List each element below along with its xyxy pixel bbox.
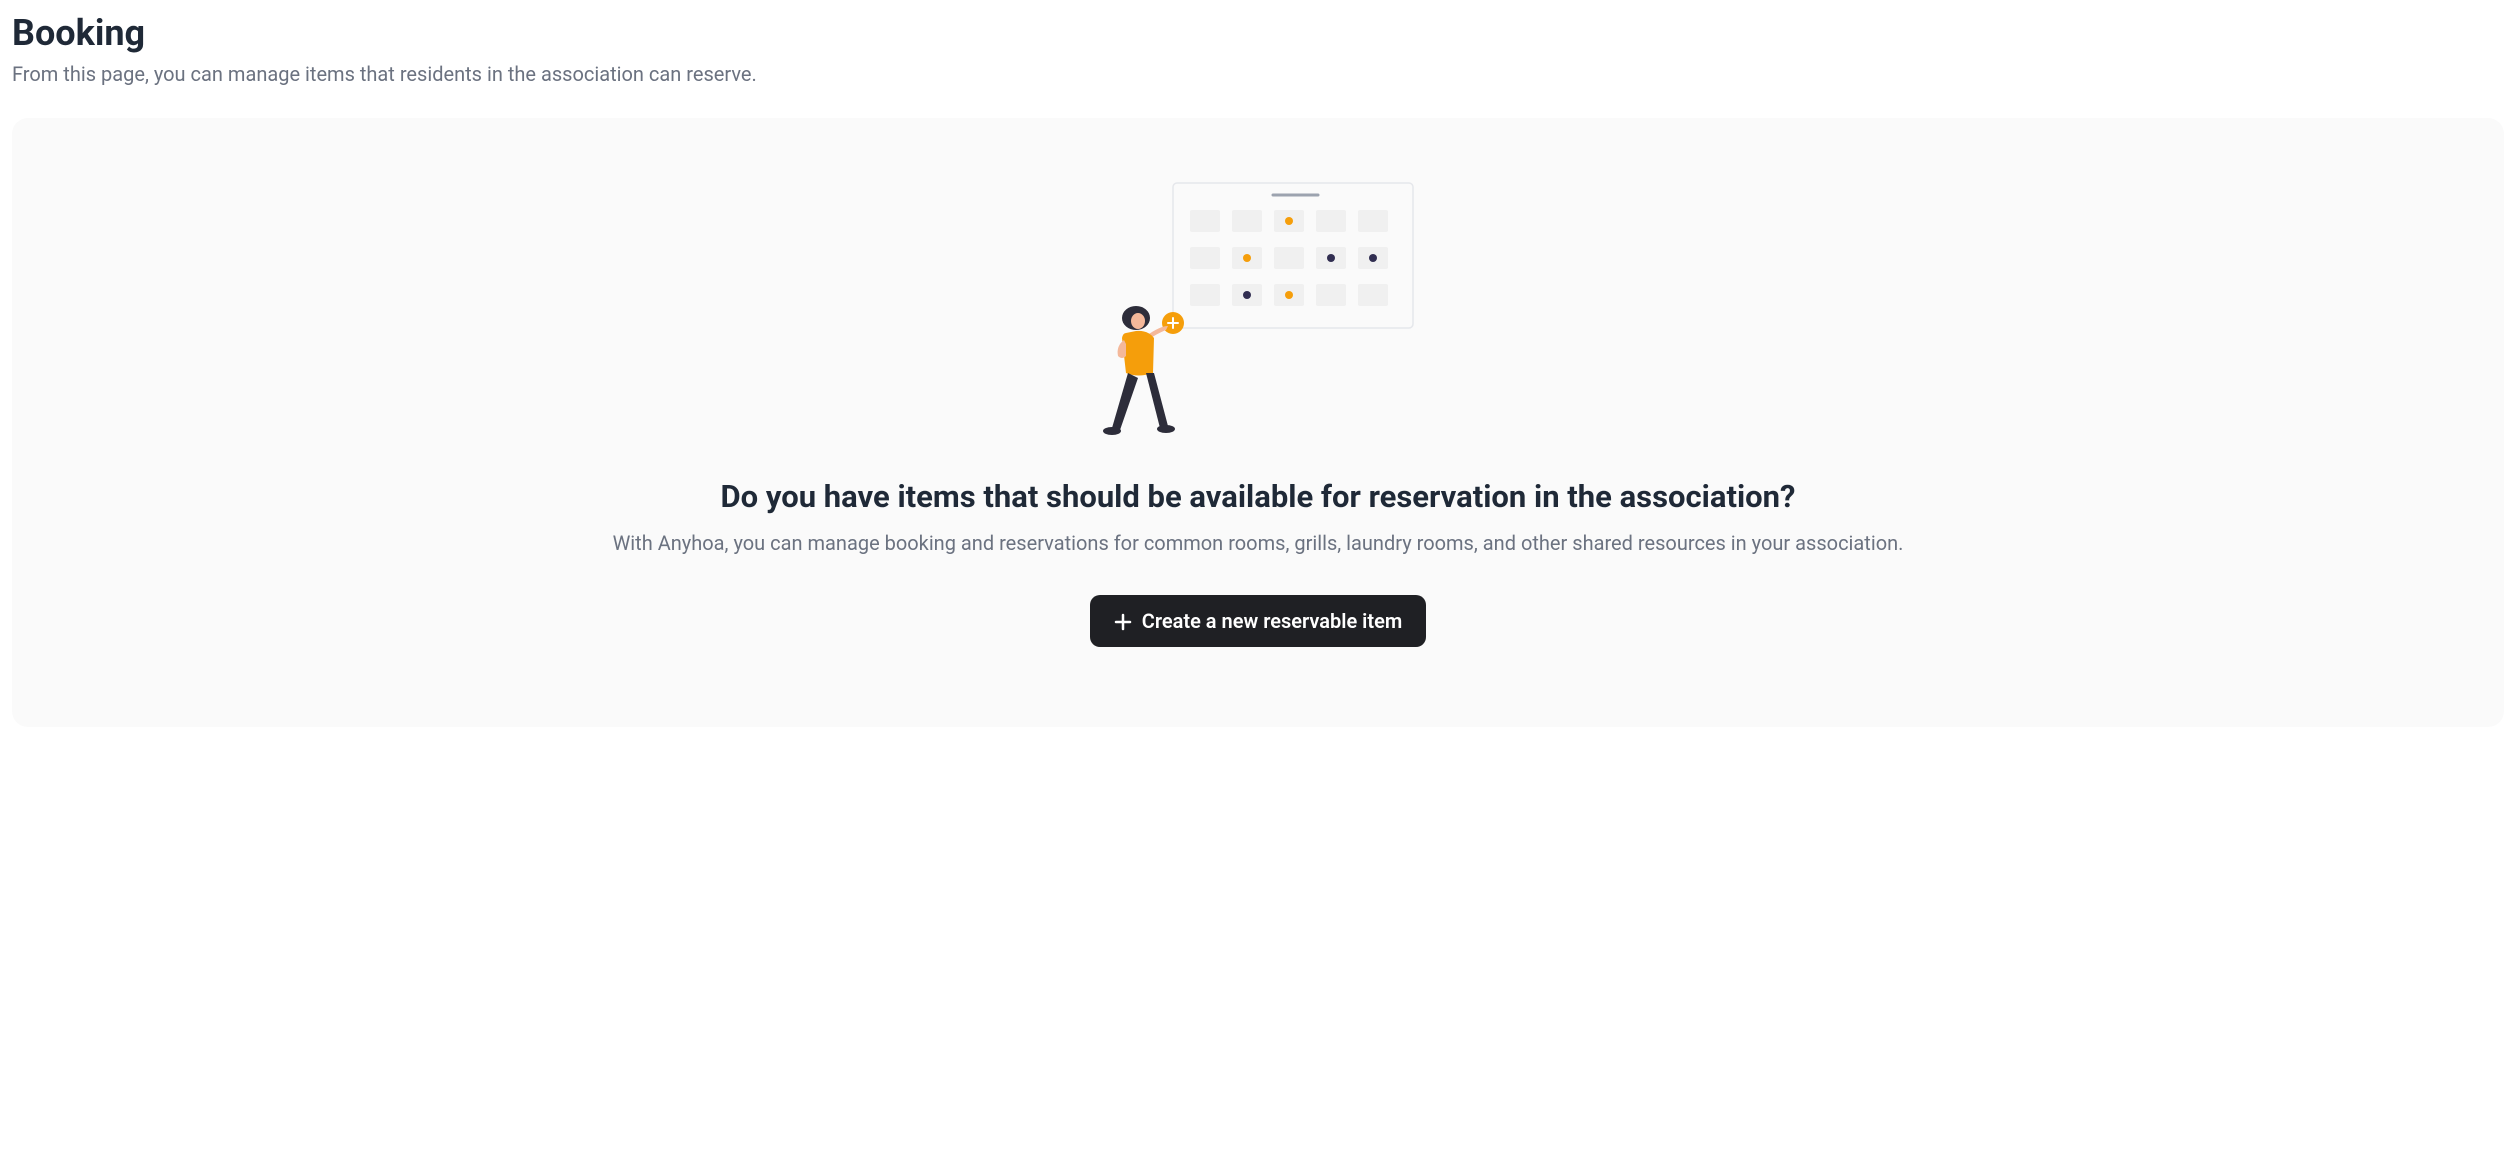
empty-state-heading: Do you have items that should be availab… [52, 478, 2464, 515]
page-title: Booking [12, 12, 2504, 54]
calendar-person-illustration [1098, 178, 1418, 438]
empty-state-card: Do you have items that should be availab… [12, 118, 2504, 727]
create-button-label: Create a new reservable item [1142, 609, 1402, 633]
empty-state-description: With Anyhoa, you can manage booking and … [52, 531, 2464, 555]
create-reservable-item-button[interactable]: Create a new reservable item [1090, 595, 1426, 647]
plus-icon [1114, 612, 1132, 630]
page-subtitle: From this page, you can manage items tha… [12, 62, 2504, 86]
